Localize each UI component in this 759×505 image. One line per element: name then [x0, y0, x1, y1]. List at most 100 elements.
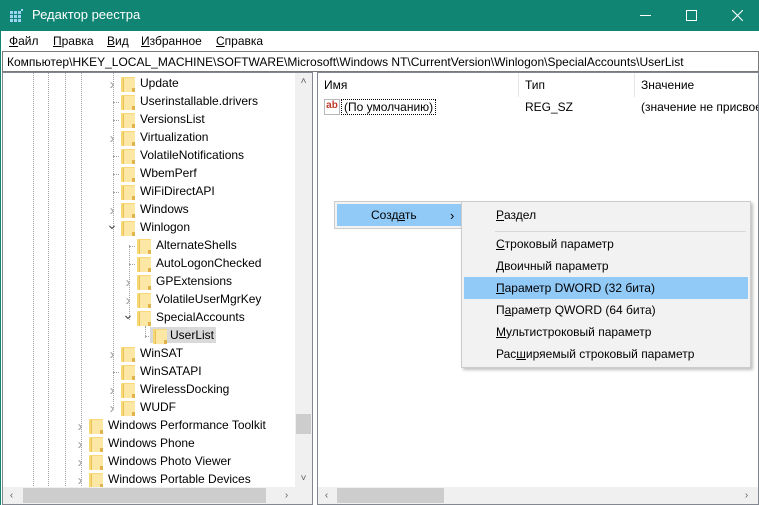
collapsed-chevron-icon[interactable]: › — [75, 417, 85, 435]
submenu-item-key[interactable]: Раздел — [464, 204, 748, 226]
tree-item[interactable]: UserList — [3, 327, 295, 345]
tree-item[interactable]: › Update — [3, 75, 295, 93]
tree-item-label: Windows Performance Toolkit — [108, 418, 266, 432]
submenu-item-expandable-string-value[interactable]: Рас ш иряемый строковый параметр — [464, 343, 748, 365]
collapsed-chevron-icon[interactable]: › — [107, 399, 117, 417]
tree-branch-line — [113, 372, 119, 373]
column-header-value[interactable]: Значение — [635, 73, 758, 97]
collapsed-chevron-icon[interactable]: › — [107, 345, 117, 363]
folder-icon — [89, 418, 103, 434]
folder-icon — [121, 220, 135, 236]
tree-item[interactable]: › Virtualization — [3, 129, 295, 147]
folder-icon — [137, 238, 151, 254]
tree-horizontal-scroll-thumb[interactable] — [23, 488, 266, 503]
submenu-item-multistring-value[interactable]: Мультистроковый параметр — [464, 321, 748, 343]
tree-item[interactable]: WinSATAPI — [3, 363, 295, 381]
tree-item-label: Virtualization — [140, 130, 209, 144]
tree-item-label: VersionsList — [140, 112, 205, 126]
menu-help[interactable]: Справка — [216, 34, 263, 48]
tree-item[interactable]: › VolatileUserMgrKey — [3, 291, 295, 309]
column-header-name[interactable]: Имя — [318, 73, 519, 97]
collapsed-chevron-icon[interactable]: › — [107, 129, 117, 147]
regedit-app-icon — [10, 9, 24, 22]
collapsed-chevron-icon[interactable]: › — [75, 453, 85, 471]
scroll-right-arrow-icon[interactable]: › — [278, 487, 295, 504]
submenu-item-binary-value[interactable]: Двоичный параметр — [464, 255, 748, 277]
tree-item[interactable]: › Windows — [3, 201, 295, 219]
tree-item[interactable]: AlternateShells — [3, 237, 295, 255]
expanded-chevron-icon[interactable]: ⌄ — [122, 305, 134, 323]
collapsed-chevron-icon[interactable]: › — [123, 273, 133, 291]
tree-item[interactable]: VolatileNotifications — [3, 147, 295, 165]
scroll-up-arrow-icon[interactable]: ˄ — [295, 73, 312, 90]
scroll-down-arrow-icon[interactable]: ˅ — [295, 470, 312, 487]
column-header-type[interactable]: Тип — [519, 73, 635, 97]
submenu-item-qword-value[interactable]: Па раметр QWORD (64 бита) — [464, 299, 748, 321]
registry-editor-window: Редактор реестра Файл Правка Вид Избранн… — [0, 0, 759, 505]
tree-item[interactable]: › Windows Photo Viewer — [3, 453, 295, 471]
tree-item[interactable]: ⌄ Winlogon — [3, 216, 295, 237]
maximize-button[interactable] — [668, 0, 714, 31]
menu-bar: Файл Правка Вид Избранное Справка — [2, 31, 759, 51]
tree-item[interactable]: › Windows Phone — [3, 435, 295, 453]
tree-item[interactable]: › WinSAT — [3, 345, 295, 363]
tree-horizontal-scrollbar[interactable]: ‹ › — [3, 487, 312, 504]
tree-item[interactable]: ⌄ SpecialAccounts — [3, 306, 295, 327]
collapsed-chevron-icon[interactable]: › — [75, 435, 85, 453]
expanded-chevron-icon[interactable]: ⌄ — [106, 215, 118, 233]
tree-branch-line — [129, 246, 135, 247]
tree-branch-line — [113, 102, 119, 103]
tree-item[interactable]: Userinstallable.drivers — [3, 93, 295, 111]
tree-item[interactable]: WbemPerf — [3, 165, 295, 183]
tree-item[interactable]: WiFiDirectAPI — [3, 183, 295, 201]
tree-vertical-scrollbar[interactable]: ˄ ˅ — [295, 73, 312, 487]
list-scroll-left-arrow-icon[interactable]: ‹ — [318, 487, 335, 504]
tree-item[interactable]: › Windows Performance Toolkit — [3, 417, 295, 435]
tree-vertical-scroll-thumb[interactable] — [296, 414, 311, 434]
create-submenu: Раздел Строковый параметр Двоичный парам… — [461, 201, 751, 368]
value-name: (По умолчанию) — [341, 99, 437, 115]
tree-item-label: VolatileUserMgrKey — [156, 292, 262, 306]
value-row[interactable]: ab (По умолчанию) REG_SZ (значение не пр… — [318, 98, 758, 116]
folder-icon — [137, 274, 151, 290]
menu-view[interactable]: Вид — [107, 34, 129, 48]
scroll-left-arrow-icon[interactable]: ‹ — [3, 487, 20, 504]
submenu-item-dword-value[interactable]: Параметр DWORD (32 бита) — [464, 277, 748, 299]
folder-icon — [89, 454, 103, 470]
tree-item-label: GPExtensions — [156, 274, 233, 288]
list-horizontal-scroll-thumb[interactable] — [337, 488, 444, 503]
tree-item[interactable]: › WirelessDocking — [3, 381, 295, 399]
collapsed-chevron-icon[interactable]: › — [107, 381, 117, 399]
address-path: Компьютер\HKEY_LOCAL_MACHINE\SOFTWARE\Mi… — [7, 55, 684, 69]
submenu-item-string-value[interactable]: Строковый параметр — [464, 233, 748, 255]
address-bar[interactable]: Компьютер\HKEY_LOCAL_MACHINE\SOFTWARE\Mi… — [2, 51, 759, 72]
value-data: (значение не присвое — [641, 100, 759, 114]
close-button[interactable] — [714, 0, 759, 31]
tree-item[interactable]: AutoLogonChecked — [3, 255, 295, 273]
folder-icon — [153, 328, 167, 344]
close-icon — [731, 10, 743, 21]
folder-icon — [121, 364, 135, 380]
collapsed-chevron-icon[interactable]: › — [107, 75, 117, 93]
list-horizontal-scrollbar[interactable]: ‹ › — [318, 487, 758, 504]
minimize-button[interactable] — [622, 0, 668, 31]
folder-icon — [137, 256, 151, 272]
tree-item-label: AlternateShells — [156, 238, 237, 252]
list-scroll-right-arrow-icon[interactable]: › — [738, 487, 755, 504]
tree-item[interactable]: › GPExtensions — [3, 273, 295, 291]
tree-item[interactable]: VersionsList — [3, 111, 295, 129]
tree-item-label: Userinstallable.drivers — [140, 94, 259, 108]
menu-edit[interactable]: Правка — [53, 34, 94, 48]
menu-file[interactable]: Файл — [9, 34, 39, 48]
menu-item-create[interactable]: Создать › — [337, 204, 461, 226]
tree-branch-line — [113, 174, 119, 175]
tree-item[interactable]: › WUDF — [3, 399, 295, 417]
tree-branch-line — [113, 156, 119, 157]
folder-icon — [89, 436, 103, 452]
folder-icon — [121, 112, 135, 128]
folder-icon — [121, 130, 135, 146]
maximize-icon — [685, 10, 697, 21]
registry-tree-pane[interactable]: › Update Userinstallable.drivers VersionsLi… — [2, 72, 313, 505]
menu-favorites[interactable]: Избранное — [141, 34, 202, 48]
tree-item-label: SpecialAccounts — [156, 310, 245, 324]
